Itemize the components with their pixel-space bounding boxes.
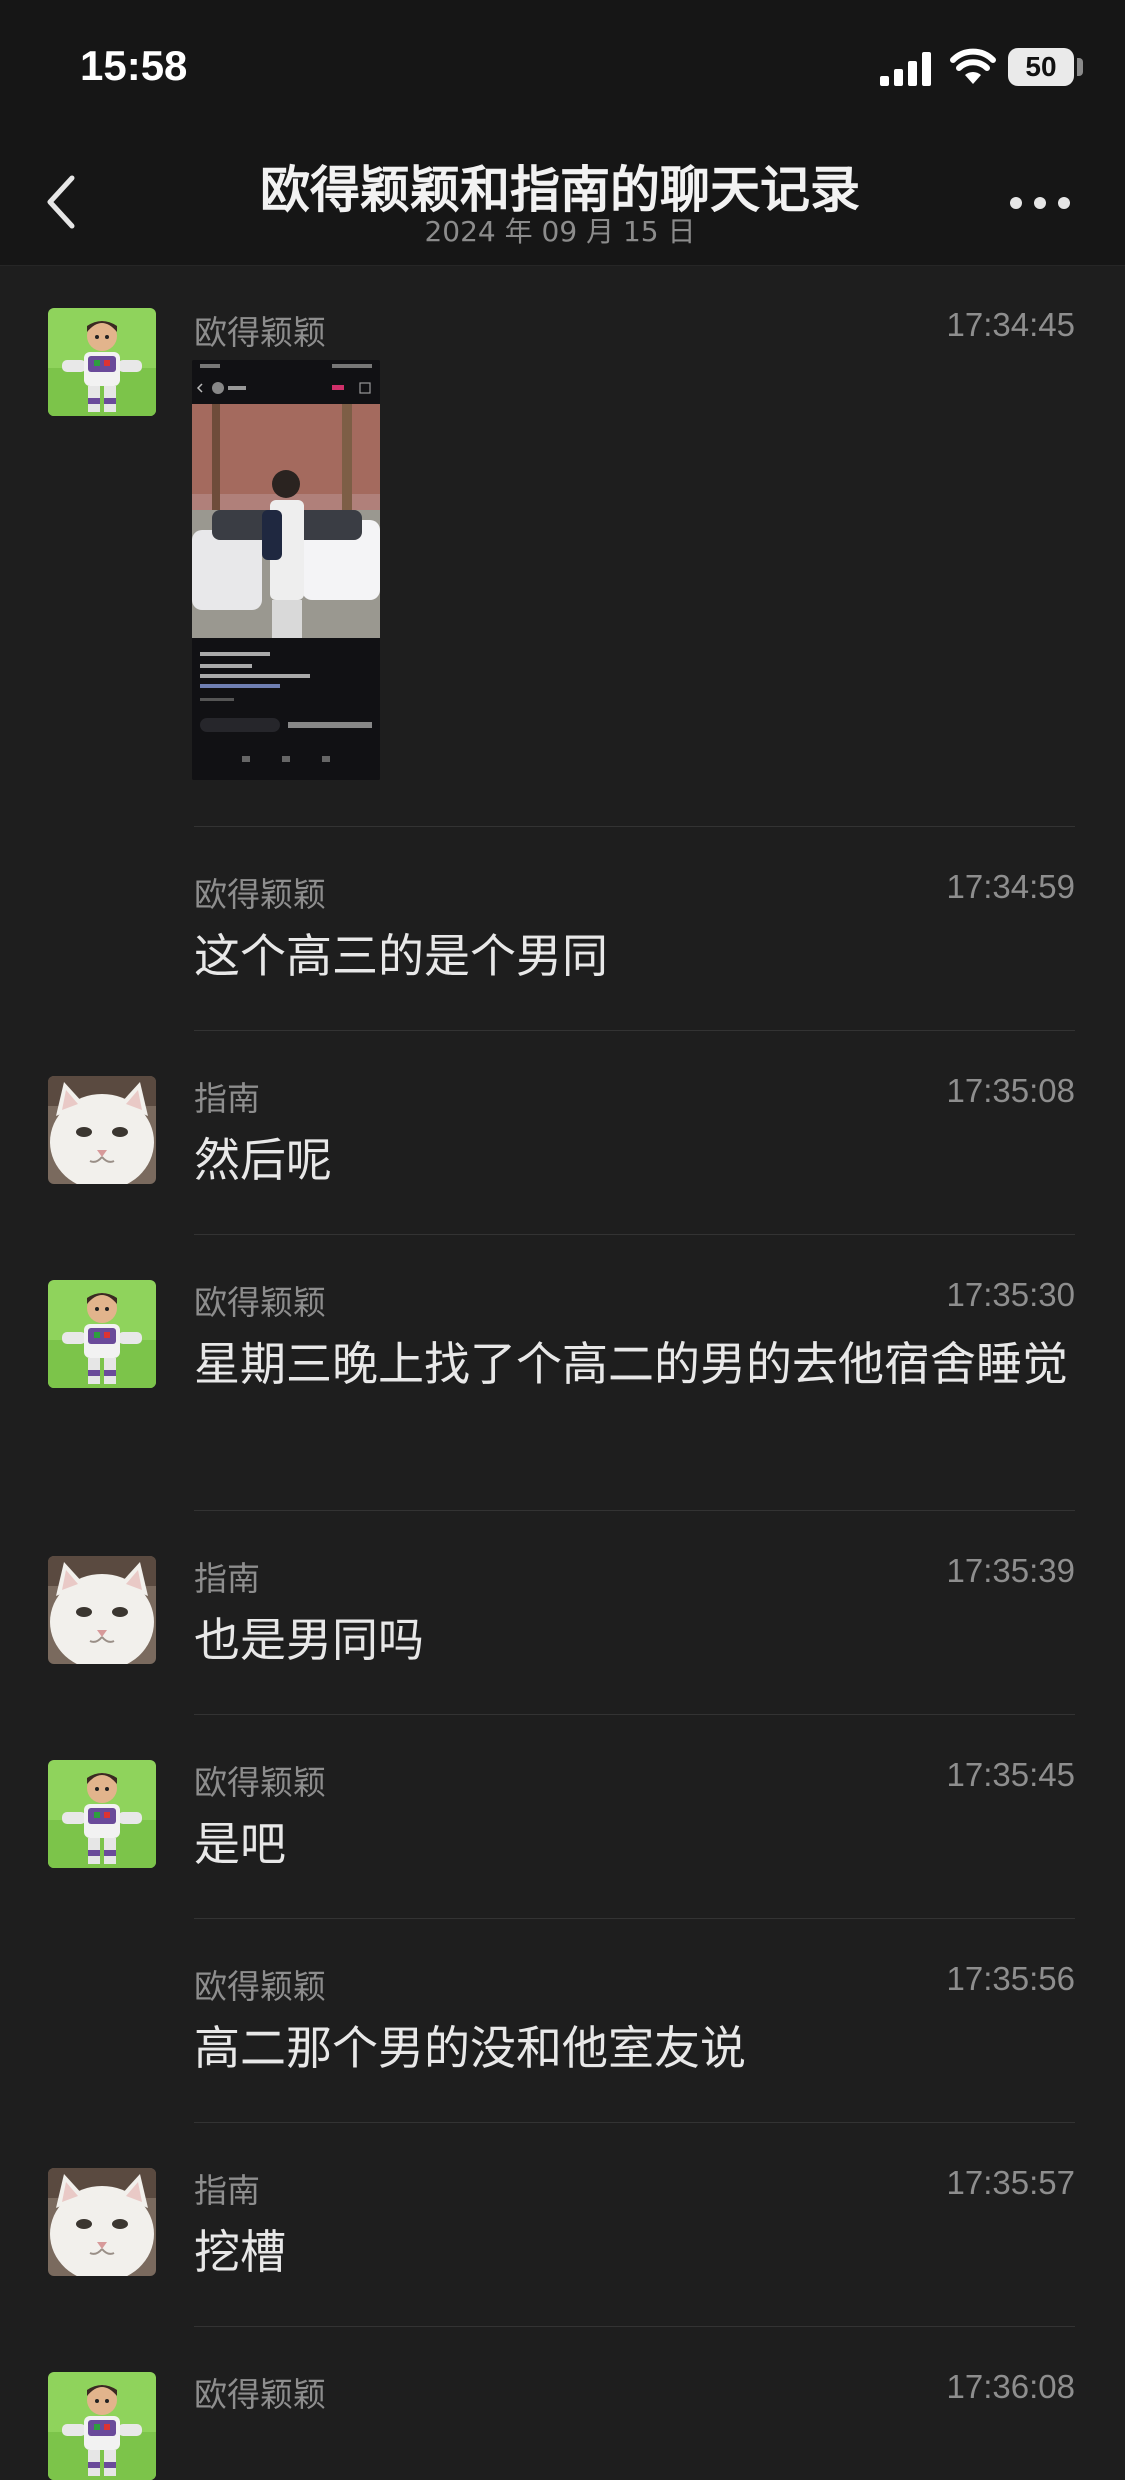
wifi-icon (950, 48, 996, 84)
message-divider (194, 1918, 1075, 1919)
avatar[interactable] (48, 308, 156, 416)
page-date: 2024 年 09 月 15 日 (424, 215, 696, 248)
message-sender: 欧得颖颖 (194, 875, 326, 914)
avatar[interactable] (48, 1760, 156, 1868)
image-thumbnail-graphic (192, 360, 380, 780)
avatar[interactable] (48, 1280, 156, 1388)
message-time: 17:35:39 (946, 1552, 1075, 1589)
message-sender: 欧得颖颖 (194, 1763, 326, 1802)
avatar[interactable] (48, 2372, 156, 2480)
message-divider (194, 2122, 1075, 2123)
message-text: 高二那个男的没和他室友说 (194, 2021, 746, 2075)
message-divider (194, 2326, 1075, 2327)
message-divider (194, 1510, 1075, 1511)
message-text: 挖槽 (194, 2225, 286, 2279)
message-sender: 欧得颖颖 (194, 1967, 326, 2006)
status-time: 15:58 (80, 42, 188, 89)
status-bar: 15:58 50 (0, 0, 1125, 130)
avatar[interactable] (48, 1076, 156, 1184)
message-sender: 指南 (194, 2171, 260, 2210)
message-time: 17:34:59 (946, 868, 1075, 905)
message-sender: 欧得颖颖 (194, 2375, 326, 2414)
navigation-bar: 欧得颖颖和指南的聊天记录 2024 年 09 月 15 日 (0, 130, 1125, 266)
message-time: 17:36:08 (946, 2368, 1075, 2405)
back-chevron-icon[interactable] (40, 172, 84, 232)
message-text: 星期三晚上找了个高二的男的去他宿舍睡觉 (194, 1337, 1068, 1391)
message-text: 然后呢 (194, 1133, 332, 1187)
more-options-icon[interactable] (1010, 188, 1070, 218)
avatar[interactable] (48, 2168, 156, 2276)
message-time: 17:35:45 (946, 1756, 1075, 1793)
message-divider (194, 826, 1075, 827)
message-divider (194, 1030, 1075, 1031)
message-sender: 欧得颖颖 (194, 313, 326, 352)
message-text: 也是男同吗 (194, 1613, 424, 1667)
message-time: 17:35:08 (946, 1072, 1075, 1109)
message-sender: 欧得颖颖 (194, 1283, 326, 1322)
message-time: 17:35:56 (946, 1960, 1075, 1997)
message-time: 17:35:57 (946, 2164, 1075, 2201)
message-time: 17:35:30 (946, 1276, 1075, 1313)
battery-tip (1077, 58, 1083, 76)
message-text: 是吧 (194, 1817, 286, 1871)
message-sender: 指南 (194, 1559, 260, 1598)
message-sender: 指南 (194, 1079, 260, 1118)
battery-indicator: 50 (1008, 48, 1074, 86)
avatar[interactable] (48, 1556, 156, 1664)
message-time: 17:34:45 (946, 306, 1075, 343)
message-divider (194, 1234, 1075, 1235)
image-attachment[interactable] (192, 360, 380, 780)
message-divider (194, 1714, 1075, 1715)
message-text: 这个高三的是个男同 (194, 929, 608, 983)
cellular-signal-icon (880, 52, 931, 86)
